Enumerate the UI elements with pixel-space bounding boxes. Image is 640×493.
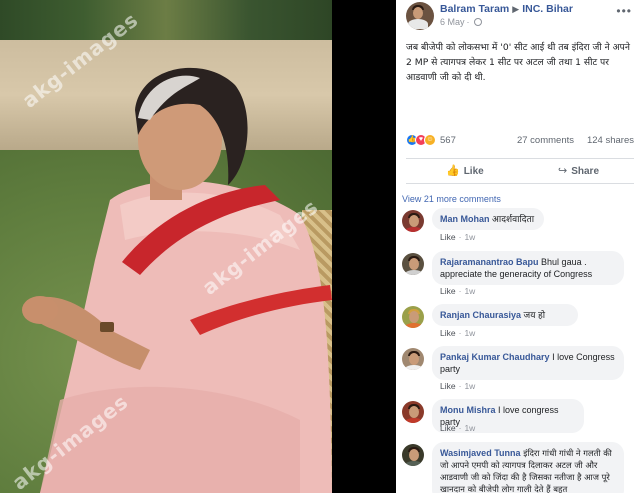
comment-time[interactable]: 1w xyxy=(464,328,475,338)
author-name[interactable]: Balram Taram xyxy=(440,3,509,15)
comments-count[interactable]: 27 comments xyxy=(517,135,574,146)
shares-count[interactable]: 124 shares xyxy=(587,135,634,146)
haha-reaction-icon: ☺ xyxy=(424,134,436,146)
comment-text: जय हो xyxy=(523,310,546,320)
commenter-avatar[interactable] xyxy=(402,348,424,370)
commenter-name[interactable]: Monu Mishra xyxy=(440,405,496,415)
comment-bubble: Pankaj Kumar Chaudhary I love Congress p… xyxy=(432,346,624,380)
author-line: Balram Taram ▶ INC. Bihar xyxy=(440,3,573,15)
comment-like-link[interactable]: Like xyxy=(440,232,456,242)
comment-text: आदर्शवादिता xyxy=(492,214,535,224)
commenter-avatar[interactable] xyxy=(402,253,424,275)
like-button[interactable]: 👍 Like xyxy=(446,164,484,177)
post-actions-bar: 👍 Like ↪ Share xyxy=(406,158,634,184)
comment-time[interactable]: 1w xyxy=(464,286,475,296)
reaction-count[interactable]: 567 xyxy=(440,135,456,146)
comment-actions: Like · 1w xyxy=(440,286,476,296)
comment: Ranjan Chaurasiya जय हो Like · 1w xyxy=(402,304,636,340)
comment: Pankaj Kumar Chaudhary I love Congress p… xyxy=(402,346,636,394)
like-button-label: Like xyxy=(463,166,484,177)
black-separator xyxy=(332,0,396,493)
comment-bubble: Wasimjaved Tunna इंदिरा गांधी गांधी ने ग… xyxy=(432,442,624,493)
commenter-avatar[interactable] xyxy=(402,210,424,232)
facebook-post: Balram Taram ▶ INC. Bihar 6 May · ••• जब बी… xyxy=(396,0,640,493)
comment-bubble: Man Mohan आदर्शवादिता xyxy=(432,208,544,230)
comment-time[interactable]: 1w xyxy=(464,423,475,433)
comment-bubble: Ranjan Chaurasiya जय हो xyxy=(432,304,578,326)
comment: Man Mohan आदर्शवादिता Like · 1w xyxy=(402,208,636,244)
commenter-avatar[interactable] xyxy=(402,306,424,328)
post-body-text: जब बीजेपी को लोकसभा में '0' सीट आई थी तब… xyxy=(406,42,631,83)
commenter-avatar[interactable] xyxy=(402,401,424,423)
comment-actions: Like · 1w xyxy=(440,423,476,433)
comment-like-link[interactable]: Like xyxy=(440,423,456,433)
commenter-name[interactable]: Rajaramanantrao Bapu xyxy=(440,257,539,267)
post-header: Balram Taram ▶ INC. Bihar 6 May · ••• xyxy=(406,2,636,32)
commenter-name[interactable]: Pankaj Kumar Chaudhary xyxy=(440,352,550,362)
comment: Rajaramanantrao Bapu Bhul gaua . appreci… xyxy=(402,251,636,299)
share-button[interactable]: ↪ Share xyxy=(558,164,599,177)
share-arrow-icon: ↪ xyxy=(558,165,568,177)
commenter-name[interactable]: Ranjan Chaurasiya xyxy=(440,310,521,320)
comment-time[interactable]: 1w xyxy=(464,381,475,391)
comment-bubble: Rajaramanantrao Bapu Bhul gaua . appreci… xyxy=(432,251,624,285)
commenter-name[interactable]: Wasimjaved Tunna xyxy=(440,448,521,458)
group-name[interactable]: INC. Bihar xyxy=(522,3,573,15)
more-options-icon[interactable]: ••• xyxy=(616,4,632,18)
comment-actions: Like · 1w xyxy=(440,232,476,242)
commenter-avatar[interactable] xyxy=(402,444,424,466)
share-button-label: Share xyxy=(571,166,600,177)
comment: Monu Mishra I love congress party Like · 1… xyxy=(402,399,636,435)
thumbs-up-icon: 👍 xyxy=(446,165,460,177)
post-date[interactable]: 6 May xyxy=(440,17,465,27)
comment-like-link[interactable]: Like xyxy=(440,286,456,296)
comment-actions: Like · 1w xyxy=(440,381,476,391)
post-meta: 6 May · xyxy=(440,17,482,27)
reactions-summary: 👍 ♥ ☺ 567 27 comments 124 shares xyxy=(406,133,634,149)
commenter-name[interactable]: Man Mohan xyxy=(440,214,490,224)
comment-time[interactable]: 1w xyxy=(464,232,475,242)
globe-icon xyxy=(473,18,482,26)
comment-like-link[interactable]: Like xyxy=(440,381,456,391)
news-photo: akg-images akg-images akg-images xyxy=(0,0,332,493)
view-more-comments-link[interactable]: View 21 more comments xyxy=(402,194,501,204)
comment: Wasimjaved Tunna इंदिरा गांधी गांधी ने ग… xyxy=(402,442,636,493)
arrow-right-icon: ▶ xyxy=(512,4,520,14)
author-avatar[interactable] xyxy=(406,2,434,30)
comment-actions: Like · 1w xyxy=(440,328,476,338)
comment-like-link[interactable]: Like xyxy=(440,328,456,338)
